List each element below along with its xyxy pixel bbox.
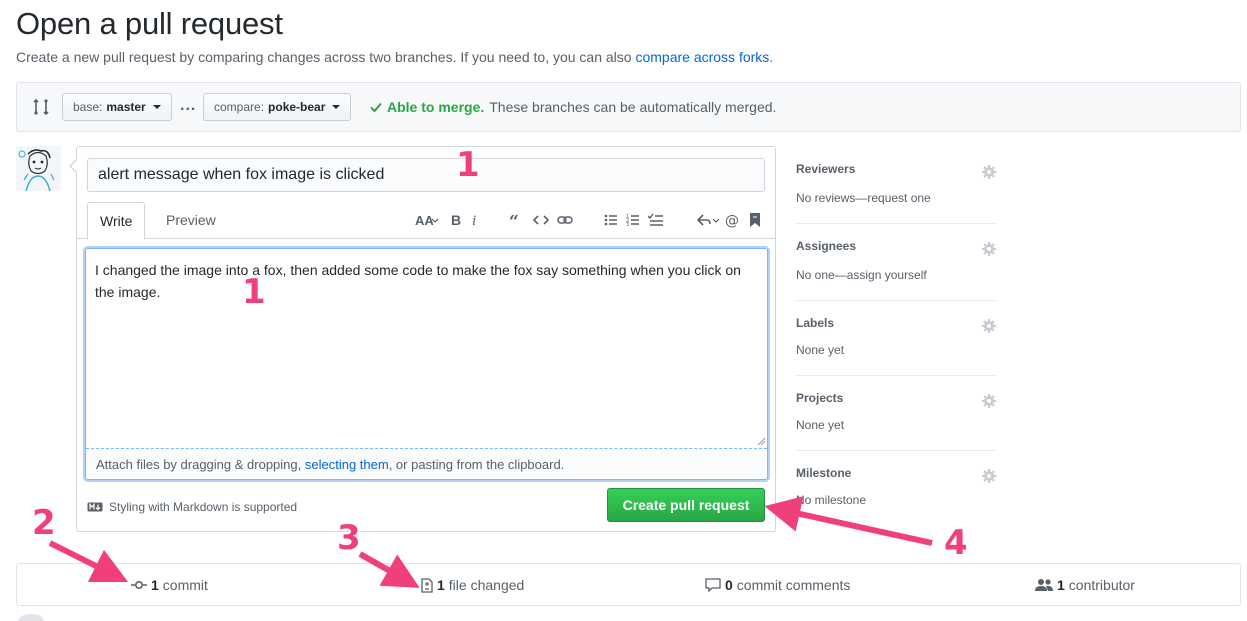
files-count: 1 [437,577,445,593]
markdown-icon [87,502,103,512]
sidebar-value: No milestone [796,493,867,507]
gear-icon[interactable] [981,241,997,257]
sidebar-value: None yet [796,343,845,357]
sidebar-heading[interactable]: Milestone [796,466,851,480]
svg-text:3: 3 [626,222,629,227]
chevron-down-icon [152,105,161,109]
merge-ok-label: Able to merge. [387,99,485,115]
base-prefix: base: [73,100,103,114]
pr-title-input[interactable]: alert message when fox image is clicked [87,158,765,192]
merge-status-text: These branches can be automatically merg… [489,99,777,115]
contributors-label: contributor [1068,577,1135,593]
gear-icon[interactable] [981,318,997,334]
annotation-number-1-title: 1 [456,145,480,185]
check-icon [370,102,382,113]
comments-count: 0 [725,577,733,593]
commits-count: 1 [151,577,159,593]
commits-stat[interactable]: 1 commit [131,577,208,593]
subtitle-end: . [769,49,774,65]
svg-text:AA: AA [415,213,434,227]
gear-icon[interactable] [981,164,997,180]
people-icon [1035,579,1053,591]
range-separator: ... [180,97,197,114]
resize-handle-icon[interactable] [757,437,765,445]
sidebar-labels: Labels None yet [796,314,996,376]
avatar[interactable] [16,146,61,191]
pull-request-form: alert message when fox image is clicked … [69,146,776,532]
page-title: Open a pull request [16,6,283,41]
compare-across-forks-link[interactable]: compare across forks [635,49,769,65]
attach-files-bar[interactable]: Attach files by dragging & dropping, sel… [86,448,767,479]
bookmark-icon[interactable] [749,210,761,230]
quote-icon[interactable]: “ [509,210,523,230]
compare-stats-bar: 1 commit 1 file changed 0 commit comment… [16,563,1241,606]
base-branch-select[interactable]: base: master [62,93,172,121]
commits-label: commit [162,577,208,593]
gear-icon[interactable] [981,468,997,484]
sidebar-heading[interactable]: Assignees [796,239,856,253]
svg-text:B: B [451,213,461,227]
comments-label: commit comments [736,577,851,593]
pr-body-text: I changed the image into a fox, then add… [95,262,741,300]
tab-preview[interactable]: Preview [154,202,228,239]
bulleted-list-icon[interactable] [604,210,618,230]
reply-icon[interactable] [697,210,721,230]
annotation-number-1-body: 1 [242,272,266,312]
pr-body-textarea[interactable]: I changed the image into a fox, then add… [85,248,768,480]
selecting-them-link[interactable]: selecting them [305,457,389,472]
compare-branch-value: poke-bear [268,100,326,114]
chevron-down-icon [332,105,341,109]
sidebar-heading[interactable]: Labels [796,316,834,330]
contributors-stat[interactable]: 1 contributor [1035,577,1135,593]
numbered-list-icon[interactable]: 123 [626,210,640,230]
tab-write[interactable]: Write [87,202,146,240]
merge-status: Able to merge. These branches can be aut… [370,99,776,115]
link-icon[interactable] [557,210,573,230]
text-size-icon[interactable]: AA [415,210,439,230]
commit-comments-stat[interactable]: 0 commit comments [705,577,850,593]
sidebar-milestone: Milestone No milestone [796,464,996,520]
branch-range-bar: base: master ... compare: poke-bear Able… [16,82,1241,132]
compare-branch-select[interactable]: compare: poke-bear [203,93,352,121]
compare-prefix: compare: [214,100,265,114]
code-icon[interactable] [533,210,549,230]
sidebar-value[interactable]: No one—assign yourself [796,268,927,282]
contributors-count: 1 [1057,577,1065,593]
sidebar-value[interactable]: No reviews—request one [796,191,931,205]
sidebar-value: None yet [796,418,845,432]
compare-icon [33,98,49,116]
annotation-number-2: 2 [32,503,56,543]
file-diff-icon [421,577,433,593]
sidebar-heading[interactable]: Projects [796,391,843,405]
mention-icon[interactable]: @ [725,210,741,230]
sidebar-projects: Projects None yet [796,389,996,451]
annotation-number-4: 4 [944,523,968,563]
files-label: file changed [448,577,525,593]
attach-text: Attach files by dragging & dropping, [96,457,302,472]
svg-text:@: @ [725,213,739,228]
gear-icon[interactable] [981,393,997,409]
task-list-icon[interactable] [648,210,664,230]
svg-text:i: i [472,213,476,227]
italic-icon[interactable]: i [470,210,480,230]
page-subtitle: Create a new pull request by comparing c… [16,49,773,65]
editor-tabbar: Write Preview AA B i “ 123 @ [77,202,775,240]
commit-icon [131,580,147,590]
avatar-sketch-image [16,146,61,191]
markdown-note[interactable]: Styling with Markdown is supported [87,500,297,514]
avatar-partial [18,614,44,621]
svg-text:“: “ [509,213,519,227]
files-changed-stat[interactable]: 1 file changed [421,577,524,593]
comment-icon [705,578,721,592]
create-pull-request-button[interactable]: Create pull request [607,488,765,522]
sidebar-reviewers: Reviewers No reviews—request one [796,160,996,224]
base-branch-value: master [106,100,146,114]
sidebar-assignees: Assignees No one—assign yourself [796,237,996,301]
sidebar-heading[interactable]: Reviewers [796,162,855,176]
markdown-note-text: Styling with Markdown is supported [109,500,298,514]
bold-icon[interactable]: B [450,210,462,230]
annotation-number-3: 3 [337,518,361,558]
attach-text-end: , or pasting from the clipboard. [388,457,565,472]
subtitle-text: Create a new pull request by comparing c… [16,49,632,65]
